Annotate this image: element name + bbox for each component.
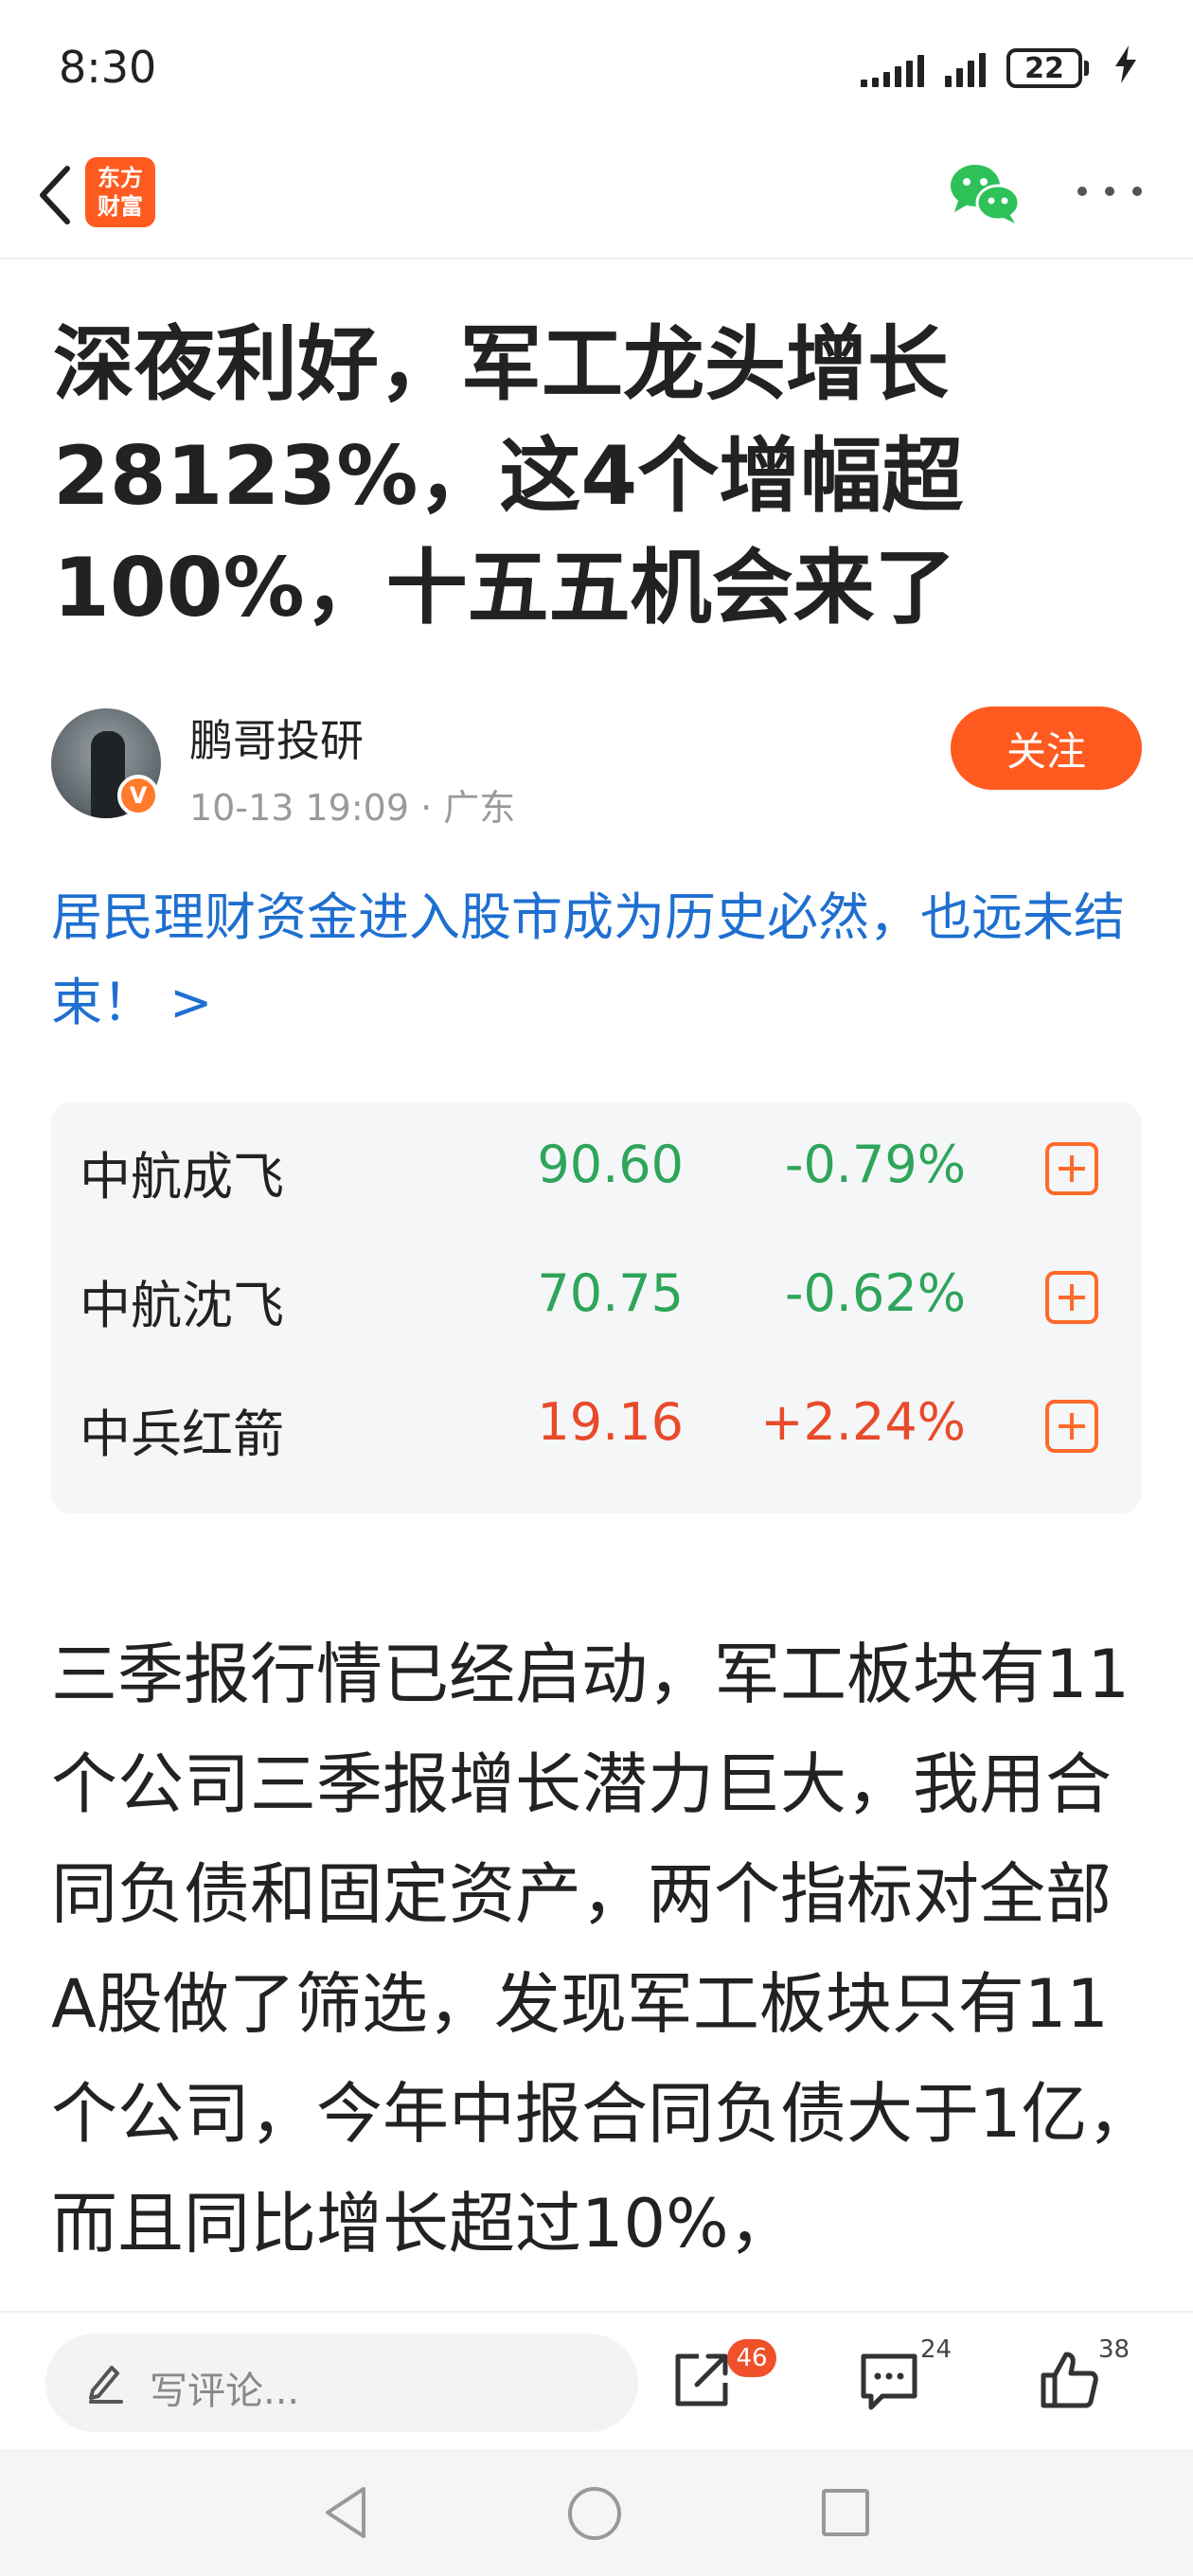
nav-home-icon[interactable] (568, 2487, 621, 2540)
logo-text-line2: 财富 (98, 193, 143, 220)
share-icon[interactable] (668, 2347, 735, 2413)
logo-text-line1: 东方 (98, 165, 143, 191)
verified-badge: V (117, 775, 159, 816)
publish-meta: 10-13 19:09 · 广东 (189, 787, 516, 829)
add-watchlist-icon[interactable] (1045, 1400, 1098, 1453)
stock-row[interactable]: 中航沈飞 70.75 -0.62% (51, 1231, 1142, 1360)
stock-change: -0.62% (784, 1263, 966, 1323)
charging-icon (1115, 45, 1136, 92)
stock-name: 中航成飞 (80, 1147, 284, 1207)
comment-placeholder: 写评论... (150, 2370, 300, 2413)
nav-recents-icon[interactable] (822, 2489, 869, 2536)
bottom-action-bar: 写评论... 46 24 38 (0, 2311, 1193, 2449)
article-title: 深夜利好，军工龙头增长28123%，这4个增幅超100%，十五五机会来了 (53, 317, 964, 635)
wechat-icon[interactable] (949, 161, 1021, 225)
comment-count: 24 (920, 2335, 953, 2364)
system-nav-bar (0, 2449, 1193, 2576)
author-name[interactable]: 鹏哥投研 (189, 707, 364, 769)
article-body: 三季报行情已经启动，军工板块有11个公司三季报增长潜力巨大，我用合同负债和固定资… (51, 1636, 1154, 2263)
more-icon[interactable] (1077, 170, 1142, 212)
stock-name: 中航沈飞 (80, 1276, 284, 1335)
share-count-badge: 46 (727, 2339, 776, 2377)
stock-price: 70.75 (537, 1263, 684, 1323)
stock-change: -0.79% (784, 1135, 966, 1194)
nav-back-icon[interactable] (322, 2485, 369, 2544)
battery-icon: 22 (1006, 48, 1089, 88)
stock-row[interactable]: 中兵红箭 19.16 +2.24% (51, 1360, 1142, 1489)
status-icons: 22 (861, 45, 1136, 91)
top-nav-bar: 东方 财富 (0, 133, 1193, 259)
status-time: 8:30 (59, 42, 157, 93)
stock-price: 90.60 (537, 1135, 684, 1194)
comment-input[interactable]: 写评论... (45, 2334, 638, 2432)
app-logo[interactable]: 东方 财富 (85, 157, 155, 227)
like-icon[interactable] (1036, 2347, 1102, 2413)
stock-row[interactable]: 中航成飞 90.60 -0.79% (51, 1102, 1142, 1231)
pen-icon (87, 2362, 125, 2407)
stock-name: 中兵红箭 (80, 1404, 284, 1464)
status-bar: 8:30 22 (0, 0, 1193, 133)
comment-icon[interactable] (856, 2347, 922, 2413)
stock-change: +2.24% (760, 1392, 966, 1452)
add-watchlist-icon[interactable] (1045, 1271, 1098, 1324)
signal-icon (945, 49, 986, 87)
battery-level: 22 (1006, 48, 1082, 88)
stock-list: 中航成飞 90.60 -0.79% 中航沈飞 70.75 -0.62% 中兵红箭… (51, 1102, 1142, 1513)
back-arrow-icon[interactable] (21, 157, 87, 233)
signal-icon (861, 49, 924, 87)
promo-link[interactable]: 居民理财资金进入股市成为历史必然，也远未结束！ > (51, 875, 1149, 1046)
like-count: 38 (1098, 2335, 1131, 2364)
add-watchlist-icon[interactable] (1045, 1142, 1098, 1195)
follow-button[interactable]: 关注 (951, 707, 1142, 790)
stock-price: 19.16 (537, 1392, 684, 1452)
